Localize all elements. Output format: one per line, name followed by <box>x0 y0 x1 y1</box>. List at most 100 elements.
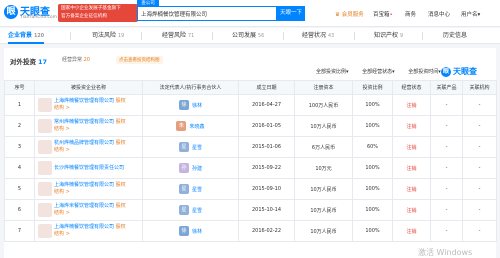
person-avatar: 星 <box>178 142 189 152</box>
established-date: 2015-01-06 <box>238 136 295 158</box>
registered-capital: 10万人民币 <box>294 199 353 221</box>
chevron-down-icon: ▾ <box>392 69 395 75</box>
tab-history[interactable]: 历史信息 <box>443 28 467 44</box>
operation-status: 注销 <box>392 178 431 200</box>
investment-panel: 对外投资 17 经营异常 20 点击查看投资结构图 全部投资比例▾ 全部经营状态▾… <box>4 48 497 258</box>
representative-cell: 星星雪 <box>142 178 239 200</box>
col-header-product[interactable]: 关联产品 <box>430 80 463 95</box>
search-input[interactable] <box>141 7 271 20</box>
table-row[interactable]: 5 上海烨楠餐饮管理有限公司 股权结构 > 星星雪 2015-09-10 10万人民币 1… <box>4 178 497 200</box>
table-row[interactable]: 6 上海烨米餐饮管理有限公司 股权结构 > 星星雪 2015-10-14 10万人民币 1… <box>4 199 497 221</box>
col-header-org[interactable]: 关联机构 <box>462 80 497 95</box>
table-row[interactable]: 2 常州烨楠餐饮管理有限公司 股权结构 > 朱朱晓鑫 2016-01-05 10万人民币… <box>4 115 497 137</box>
representative-cell: 孙孙建 <box>142 157 239 179</box>
search-button[interactable]: 天眼一下 <box>277 6 305 21</box>
promo-banner[interactable]: 国家中小企业发展子基金旗下 官方备案企业征信机构 <box>58 4 138 22</box>
promo-line-1: 国家中小企业发展子基金旗下 <box>61 6 121 11</box>
tab-operation-risk[interactable]: 经营风险 71 <box>162 28 194 44</box>
investment-ratio: 100% <box>352 157 393 179</box>
representative-cell: 徐徐林 <box>142 94 239 116</box>
table-row[interactable]: 7 上海烨楠餐饮管理有限公司 股权结构 > 徐徐林 2016-02-22 10万人民币 1… <box>4 220 497 242</box>
related-org: - <box>462 136 497 158</box>
col-header-status[interactable]: 经营状态 <box>392 80 431 95</box>
person-name-link[interactable]: 星雪 <box>192 207 202 214</box>
tab-company-development[interactable]: 公司发展 56 <box>232 28 264 44</box>
section-title: 对外投资 17 <box>10 58 48 66</box>
crown-icon: ♛ <box>335 12 340 18</box>
established-date: 2016-02-22 <box>238 220 295 242</box>
company-cell: 常州烨楠餐饮管理有限公司 股权结构 > <box>34 115 143 137</box>
company-name-link[interactable]: 上海烨楠餐饮管理有限公司 <box>54 98 114 104</box>
col-header-company[interactable]: 被投资企业名称 <box>34 80 143 95</box>
person-name-link[interactable]: 星雪 <box>192 144 202 151</box>
top-bar: 眼 天眼查 TianYanCha.com 国家中小企业发展子基金旗下 官方备案企… <box>0 0 500 27</box>
nav-messages[interactable]: 消息中心 <box>428 10 450 18</box>
row-number: 7 <box>4 220 35 242</box>
person-name-link[interactable]: 孙建 <box>192 165 202 172</box>
nav-vip[interactable]: ♛ 会员服务 <box>335 10 364 18</box>
person-name-link[interactable]: 朱晓鑫 <box>189 123 204 130</box>
company-name-link[interactable]: 常州烨楠餐饮管理有限公司 <box>54 119 114 125</box>
company-logo-icon <box>38 98 52 112</box>
related-product: - <box>430 220 463 242</box>
person-name-link[interactable]: 徐林 <box>192 228 202 235</box>
investment-graph-link[interactable]: 点击查看投资结构图 <box>116 56 163 64</box>
operation-status: 注销 <box>392 157 431 179</box>
table-row[interactable]: 1 上海烨楠餐饮管理有限公司 股权结构 > 徐徐林 2016-04-27 100万人民币… <box>4 94 497 116</box>
row-number: 6 <box>4 199 35 221</box>
related-product: - <box>430 157 463 179</box>
tab-company-background[interactable]: 企业背景 120 <box>8 28 45 44</box>
tab-legal-risk[interactable]: 司法风险 19 <box>92 28 124 44</box>
tab-divider <box>141 32 142 40</box>
row-number: 1 <box>4 94 35 116</box>
col-header-ratio[interactable]: 投资比例 <box>352 80 393 95</box>
row-number: 2 <box>4 115 35 137</box>
operation-status: 注销 <box>392 94 431 116</box>
person-avatar: 星 <box>178 205 189 215</box>
tab-intellectual-property[interactable]: 知识产权 9 <box>374 28 403 44</box>
col-header-representative[interactable]: 法定代表人/执行事务合伙人 <box>142 80 239 95</box>
person-name-link[interactable]: 徐林 <box>192 102 202 109</box>
investment-ratio: 60% <box>352 136 393 158</box>
company-name-link[interactable]: 上海烨楠餐饮管理有限公司 <box>54 182 114 188</box>
site-logo[interactable]: 眼 天眼查 TianYanCha.com <box>4 3 58 23</box>
person-name-link[interactable]: 星雪 <box>192 186 202 193</box>
filter-status-select[interactable]: 全部经营状态▾ <box>362 68 395 75</box>
company-name-link[interactable]: 杭州烨楠品牌管理有限公司 <box>54 140 114 146</box>
logo-domain: TianYanCha.com <box>20 15 58 20</box>
representative-cell: 朱朱晓鑫 <box>142 115 239 137</box>
related-org: - <box>462 157 497 179</box>
person-avatar: 徐 <box>178 100 189 110</box>
nav-business[interactable]: 商务 <box>405 10 416 18</box>
investment-ratio: 100% <box>352 220 393 242</box>
promo-line-2: 官方备案企业征信机构 <box>61 14 107 19</box>
registered-capital: 10万人民币 <box>294 115 353 137</box>
tab-operation-status[interactable]: 经营状况 43 <box>302 28 334 44</box>
filter-time-select[interactable]: 全部投资时间▾ <box>408 68 441 75</box>
company-tabs: 企业背景 120 司法风险 19 经营风险 71 公司发展 56 经营状况 43 知识产权… <box>0 28 500 44</box>
investment-table: 序号 被投资企业名称 法定代表人/执行事务合伙人 成立日期 注册资本 投资比例 … <box>4 80 497 242</box>
nav-toolbox[interactable]: 百宝箱• <box>373 10 393 18</box>
registered-capital: 10万人民币 <box>294 178 353 200</box>
representative-cell: 徐徐林 <box>142 220 239 242</box>
table-row[interactable]: 3 杭州烨楠品牌管理有限公司 股权结构 > 星星雪 2015-01-06 6万人民币 60… <box>4 136 497 158</box>
col-header-no[interactable]: 序号 <box>4 80 35 95</box>
col-header-capital[interactable]: 注册资本 <box>294 80 353 95</box>
company-name-link[interactable]: 上海烨楠餐饮管理有限公司 <box>54 224 114 230</box>
company-name-link[interactable]: 长沙烨楠餐饮管理有限责任公司 <box>54 165 124 171</box>
nav-user[interactable]: 用户名▾ <box>461 10 480 18</box>
table-row[interactable]: 4 长沙烨楠餐饮管理有限责任公司 孙孙建 2015-09-22 10万元 100% 注销 -… <box>4 157 497 179</box>
person-avatar: 徐 <box>178 226 189 236</box>
operation-status: 注销 <box>392 136 431 158</box>
related-product: - <box>430 178 463 200</box>
related-org: - <box>462 220 497 242</box>
filter-ratio-select[interactable]: 全部投资比例▾ <box>316 68 349 75</box>
company-name-link[interactable]: 上海烨米餐饮管理有限公司 <box>54 203 114 209</box>
representative-cell: 星星雪 <box>142 199 239 221</box>
tab-divider <box>212 32 213 40</box>
related-product: - <box>430 94 463 116</box>
related-org: - <box>462 94 497 116</box>
established-date: 2015-10-14 <box>238 199 295 221</box>
abnormal-count[interactable]: 经营异常 20 <box>62 56 90 63</box>
col-header-date[interactable]: 成立日期 <box>238 80 295 95</box>
